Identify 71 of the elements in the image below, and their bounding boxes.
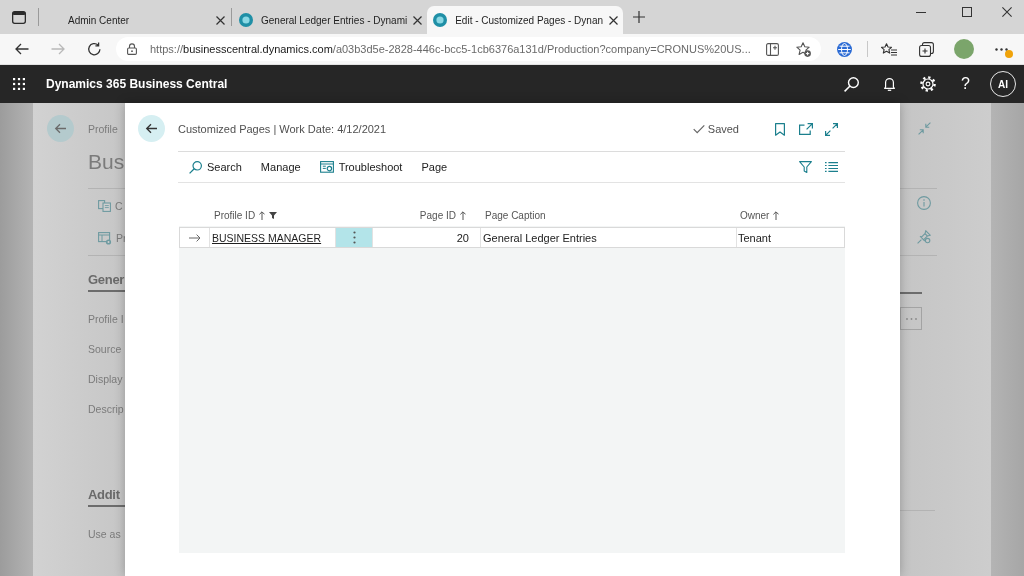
app-window-icon xyxy=(319,160,334,174)
settings-icon[interactable] xyxy=(920,76,936,92)
more-icon[interactable] xyxy=(995,47,1008,51)
notification-badge-icon xyxy=(1005,50,1013,58)
minimize-icon[interactable] xyxy=(916,11,926,13)
documents-icon xyxy=(98,200,111,212)
refresh-icon[interactable] xyxy=(87,42,101,56)
app-favicon-icon xyxy=(239,13,253,27)
sort-arrow-icon[interactable] xyxy=(773,210,780,220)
star-list-icon[interactable] xyxy=(881,42,897,56)
plus-icon[interactable] xyxy=(633,11,646,23)
check-icon xyxy=(692,124,705,134)
toolbar-button[interactable]: Page xyxy=(413,155,456,179)
saved-status: Saved xyxy=(707,122,739,136)
back-icon[interactable] xyxy=(138,115,165,142)
field-label: Source xyxy=(88,342,123,357)
breadcrumb-text: Profile xyxy=(88,122,118,135)
close-icon[interactable] xyxy=(1002,7,1012,17)
profile-id-link[interactable]: BUSINESS MANAGER xyxy=(212,231,322,244)
toolbar-button[interactable]: Search xyxy=(181,155,250,179)
column-header[interactable]: Profile ID xyxy=(214,209,256,221)
split-screen-icon[interactable] xyxy=(766,42,779,56)
star-plus-icon[interactable] xyxy=(796,41,811,57)
search-icon[interactable] xyxy=(844,76,859,92)
maximize-icon[interactable] xyxy=(962,7,972,17)
field-label: Descrip xyxy=(88,402,125,417)
more-icon xyxy=(905,317,917,320)
toolbar-button[interactable]: Troubleshoot xyxy=(311,155,411,179)
browser-tab[interactable]: Edit - Customized Pages - Dynan xyxy=(427,6,624,34)
table-cell: General Ledger Entries xyxy=(480,228,736,247)
close-icon[interactable] xyxy=(609,15,619,25)
toolbar-button[interactable]: Manage xyxy=(252,155,309,179)
sort-arrow-icon[interactable] xyxy=(460,210,466,220)
table-row[interactable]: BUSINESS MANAGER 20 General Ledger Entries Tenant xyxy=(179,227,845,248)
search-icon xyxy=(189,160,202,174)
field-label: Display xyxy=(88,372,124,387)
page-title: Bus xyxy=(87,149,125,175)
browser-tab[interactable]: Admin Center xyxy=(40,6,230,34)
column-header[interactable]: Owner xyxy=(740,209,770,221)
bookmark-icon[interactable] xyxy=(775,123,785,136)
table-cell: 20 xyxy=(372,228,480,247)
address-field[interactable]: https://businesscentral.dynamics.com/a03b3d5e-2828-446c-bcc5-1cb6376a131d/Production?company=CRONUS%20US... xyxy=(116,37,821,61)
table-cell: Tenant xyxy=(736,228,844,247)
column-header[interactable]: Page Caption xyxy=(485,209,546,221)
profile-avatar-icon[interactable] xyxy=(954,39,974,59)
app-favicon-icon xyxy=(433,13,448,27)
vertical-dots-icon xyxy=(352,231,356,244)
close-icon[interactable] xyxy=(216,15,225,25)
bell-icon[interactable] xyxy=(884,77,895,91)
dialog-title: Customized Pages | Work Date: 4/12/2021 xyxy=(178,122,387,136)
back-arrow-icon[interactable] xyxy=(15,43,29,55)
column-header[interactable]: Page ID xyxy=(419,209,456,221)
browser-tab[interactable]: General Ledger Entries - Dynami xyxy=(233,6,428,34)
field-lookup-button[interactable] xyxy=(900,307,922,330)
app-launcher-icon[interactable] xyxy=(13,78,25,90)
row-pointer-icon xyxy=(188,233,201,242)
globe-icon[interactable] xyxy=(837,41,852,57)
help-button[interactable]: ? xyxy=(961,75,970,93)
collections-icon[interactable] xyxy=(919,41,934,57)
app-title: Dynamics 365 Business Central xyxy=(46,77,228,91)
tab-actions-icon[interactable] xyxy=(12,10,26,24)
field-label: Use as xyxy=(88,527,122,542)
window-gear-icon xyxy=(98,231,112,245)
close-icon[interactable] xyxy=(413,15,423,25)
lock-icon[interactable] xyxy=(127,43,137,55)
pop-out-icon[interactable] xyxy=(799,123,813,135)
filter-icon[interactable] xyxy=(269,211,278,219)
expand-icon[interactable] xyxy=(825,123,838,136)
list-view-icon[interactable] xyxy=(825,162,838,172)
sort-arrow-icon[interactable] xyxy=(259,210,266,220)
filter-icon[interactable] xyxy=(799,161,812,173)
